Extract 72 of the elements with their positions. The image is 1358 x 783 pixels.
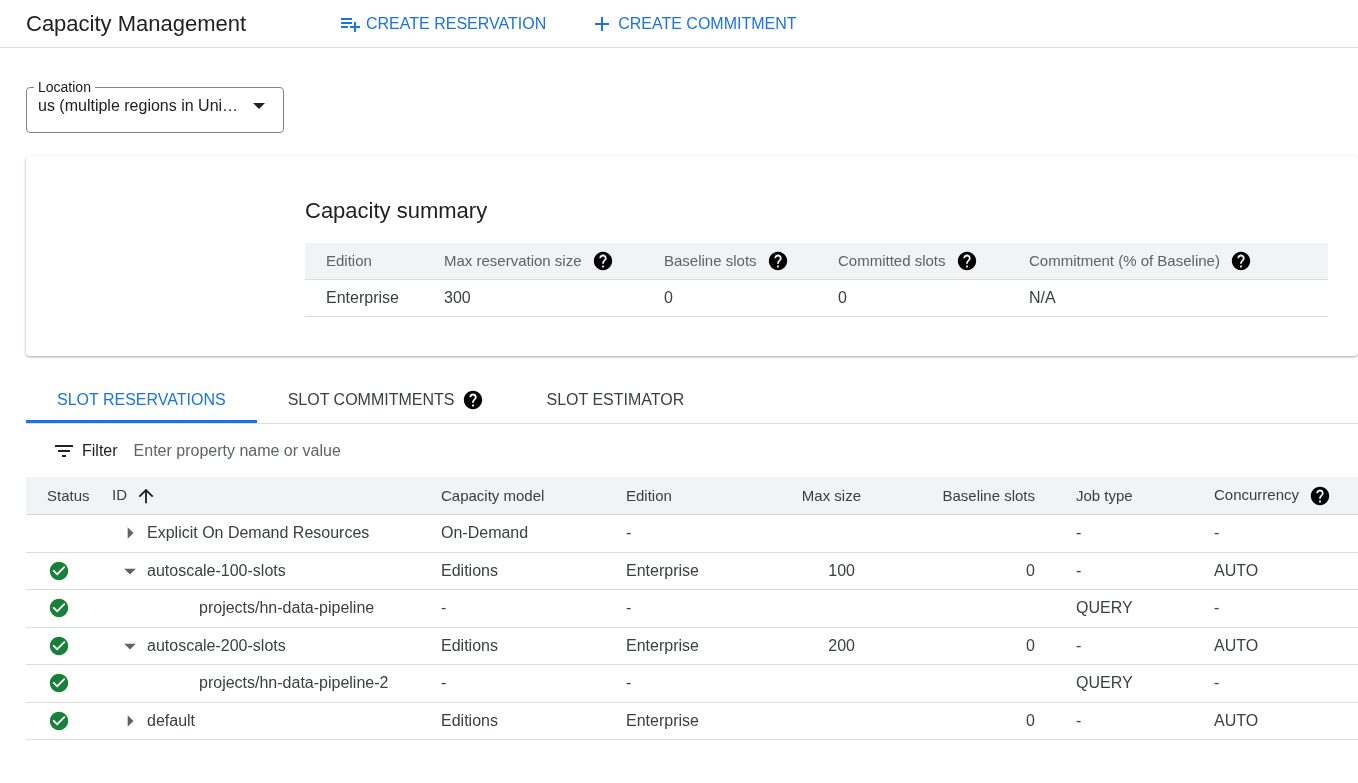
edition: - (626, 599, 632, 617)
capacity-model: - (441, 599, 447, 617)
help-icon[interactable] (1229, 250, 1252, 272)
column-header[interactable]: Capacity model (441, 486, 545, 504)
edition: - (626, 524, 632, 542)
summary-title: Capacity summary (305, 197, 488, 225)
reservation-id: autoscale-100-slots (147, 560, 286, 581)
summary-column-header: Edition (326, 250, 372, 271)
job-type: QUERY (1076, 599, 1133, 617)
summary-column-header: Baseline slots (664, 250, 757, 271)
column-header[interactable]: Concurrency (1214, 484, 1300, 507)
reservation-id: Explicit On Demand Resources (147, 523, 370, 544)
concurrency: AUTO (1214, 636, 1259, 654)
column-header[interactable]: Baseline slots (942, 486, 1035, 504)
max-size: 200 (828, 636, 855, 654)
job-type: QUERY (1076, 674, 1133, 692)
column-header[interactable]: ID (112, 484, 127, 507)
location-value: us (multiple regions in Uni… (37, 96, 240, 116)
help-icon[interactable] (766, 250, 789, 272)
tab[interactable]: SLOT COMMITMENTS (256, 379, 516, 423)
tab[interactable]: SLOT ESTIMATOR (515, 379, 716, 423)
filter-input[interactable]: Enter property name or value (133, 438, 534, 463)
capacity-model: Editions (441, 711, 498, 729)
reservation-id: projects/hn-data-pipeline (199, 598, 375, 619)
edition: Enterprise (626, 561, 699, 579)
summary-column-header: Max reservation size (444, 250, 582, 271)
header-action-button[interactable]: CREATE COMMITMENT (590, 11, 797, 36)
help-icon[interactable] (591, 250, 614, 272)
summary-cell: Enterprise (326, 289, 399, 306)
job-type: - (1076, 561, 1082, 579)
max-size: 100 (828, 561, 855, 579)
filter-label: Filter (82, 440, 118, 461)
reservation-id: projects/hn-data-pipeline-2 (199, 673, 389, 694)
help-icon[interactable] (462, 388, 485, 411)
summary-cell: 0 (838, 289, 847, 306)
summary-column-header: Committed slots (838, 250, 946, 271)
baseline-slots: 0 (1026, 711, 1035, 729)
baseline-slots: 0 (1026, 636, 1035, 654)
concurrency: - (1214, 674, 1220, 692)
help-icon[interactable] (955, 250, 978, 272)
concurrency: AUTO (1214, 711, 1259, 729)
edition: Enterprise (626, 711, 699, 729)
capacity-model: Editions (441, 636, 498, 654)
help-icon[interactable] (1309, 484, 1332, 507)
column-header[interactable]: Job type (1076, 486, 1133, 504)
dropdown-caret-icon (253, 103, 265, 109)
tab[interactable]: SLOT RESERVATIONS (26, 379, 257, 423)
column-header[interactable]: Status (47, 486, 90, 504)
location-label: Location (37, 78, 92, 96)
page-title: Capacity Management (26, 10, 248, 38)
reservation-id: autoscale-200-slots (147, 635, 286, 656)
capacity-model: Editions (441, 561, 498, 579)
job-type: - (1076, 636, 1082, 654)
capacity-model: - (441, 674, 447, 692)
summary-cell: 300 (444, 289, 471, 306)
concurrency: AUTO (1214, 561, 1259, 579)
column-header[interactable]: Max size (801, 486, 861, 504)
reservation-id: default (147, 710, 196, 731)
job-type: - (1076, 524, 1082, 542)
concurrency: - (1214, 524, 1220, 542)
capacity-model: On-Demand (441, 524, 529, 542)
summary-column-header: Commitment (% of Baseline) (1029, 250, 1220, 271)
concurrency: - (1214, 599, 1220, 617)
location-select[interactable]: Location us (multiple regions in Uni… (26, 78, 284, 133)
edition: - (626, 674, 632, 692)
header-action-button[interactable]: CREATE RESERVATION (338, 11, 547, 36)
baseline-slots: 0 (1026, 561, 1035, 579)
edition: Enterprise (626, 636, 699, 654)
summary-cell: 0 (664, 289, 673, 306)
column-header[interactable]: Edition (626, 486, 672, 504)
summary-cell: N/A (1029, 289, 1056, 306)
job-type: - (1076, 711, 1082, 729)
